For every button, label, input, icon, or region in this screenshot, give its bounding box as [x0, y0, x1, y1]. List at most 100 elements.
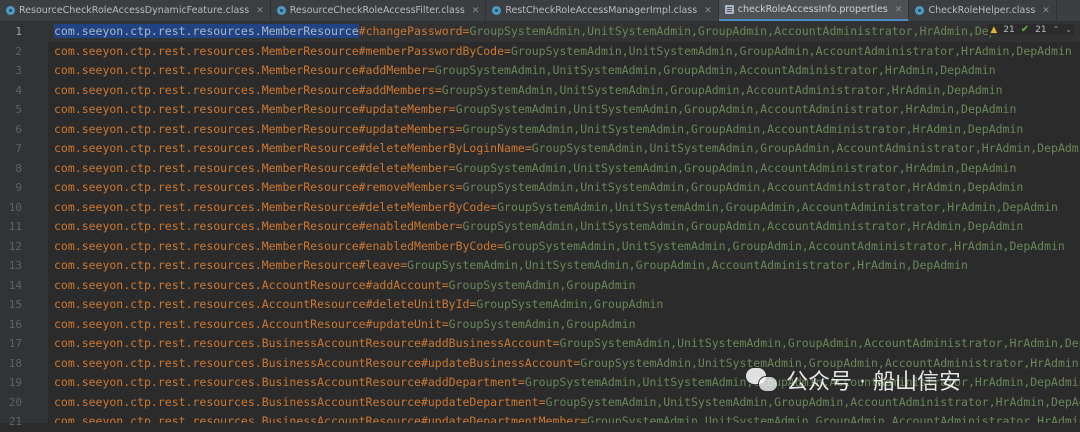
- tab-rest-check-role-access-manager-impl[interactable]: RestCheckRoleAccessManagerImpl.class ✕: [486, 0, 719, 21]
- property-key: com.seeyon.ctp.rest.resources.BusinessAc…: [54, 336, 553, 350]
- property-value: GroupSystemAdmin,UnitSystemAdmin,GroupAd…: [469, 24, 1031, 38]
- tab-label: ResourceCheckRoleAccessFilter.class: [289, 5, 465, 16]
- code-line[interactable]: com.seeyon.ctp.rest.resources.AccountRes…: [48, 295, 663, 315]
- line-number: 10: [8, 200, 22, 214]
- property-key: com.seeyon.ctp.rest.resources.MemberReso…: [54, 102, 449, 116]
- equals-sign: =: [427, 63, 435, 77]
- code-line[interactable]: com.seeyon.ctp.rest.resources.MemberReso…: [48, 217, 1023, 237]
- close-icon[interactable]: ✕: [256, 6, 264, 16]
- property-value: GroupSystemAdmin,UnitSystemAdmin,GroupAd…: [504, 238, 1065, 253]
- code-line[interactable]: com.seeyon.ctp.rest.resources.MemberReso…: [48, 139, 1080, 159]
- equals-sign: =: [448, 102, 456, 116]
- code-line[interactable]: com.seeyon.ctp.rest.resources.MemberReso…: [48, 22, 1080, 42]
- equals-sign: =: [441, 316, 449, 331]
- equals-sign: =: [448, 160, 456, 175]
- line-number: 19: [8, 376, 22, 389]
- property-value: GroupSystemAdmin,UnitSystemAdmin,GroupAd…: [559, 336, 1080, 350]
- equals-sign: =: [524, 141, 532, 155]
- equals-sign: =: [455, 180, 463, 194]
- chevron-up-icon[interactable]: ⌃: [1053, 25, 1060, 34]
- line-number-gutter: 1 2 3 4 5 6 7 8 9 10 11 12 13 14 15 16 17 18 19 20 21: [0, 22, 48, 428]
- property-value: GroupSystemAdmin,UnitSystemAdmin,GroupAd…: [407, 258, 968, 272]
- code-line[interactable]: com.seeyon.ctp.rest.resources.AccountRes…: [48, 276, 636, 296]
- watermark-text: 公众号 · 船山信安: [786, 370, 961, 395]
- code-line[interactable]: com.seeyon.ctp.rest.resources.MemberReso…: [48, 61, 996, 81]
- property-value: GroupSystemAdmin,UnitSystemAdmin,GroupAd…: [434, 63, 996, 77]
- equals-sign: =: [504, 43, 511, 58]
- property-key: com.seeyon.ctp.rest.resources.MemberReso…: [54, 121, 456, 136]
- property-value: GroupSystemAdmin,GroupAdmin: [448, 277, 636, 292]
- class-file-icon: [276, 6, 286, 15]
- class-file-icon: [6, 6, 15, 15]
- line-number: 6: [15, 122, 22, 136]
- property-key: com.seeyon.ctp.rest.resources.MemberReso…: [54, 219, 456, 233]
- inspection-indicators[interactable]: ▲ 21 ✔ 21 ⌃ ⌄: [988, 24, 1074, 35]
- check-count: 21: [1035, 24, 1047, 35]
- tab-resource-check-role-access-dynamic-feature[interactable]: ResourceCheckRoleAccessDynamicFeature.cl…: [0, 0, 271, 21]
- code-line[interactable]: com.seeyon.ctp.rest.resources.BusinessAc…: [48, 412, 1080, 423]
- property-key: com.seeyon.ctp.rest.resources.BusinessAc…: [54, 414, 581, 423]
- line-number: 8: [15, 161, 22, 175]
- property-key: com.seeyon.ctp.rest.resources.MemberReso…: [54, 43, 505, 58]
- line-number: 14: [8, 278, 22, 292]
- property-key: com.seeyon.ctp.rest.resources.AccountRes…: [54, 316, 442, 331]
- line-number: 9: [15, 181, 22, 194]
- tab-check-role-access-info-properties[interactable]: checkRoleAccessInfo.properties ✕: [718, 0, 910, 21]
- tab-label: ResourceCheckRoleAccessDynamicFeature.cl…: [19, 5, 250, 16]
- line-number: 21: [8, 415, 22, 428]
- line-number: 7: [15, 142, 22, 155]
- chevron-down-icon[interactable]: ⌄: [1065, 25, 1072, 34]
- class-file-icon: [492, 6, 502, 15]
- code-line[interactable]: com.seeyon.ctp.rest.resources.MemberReso…: [48, 100, 1016, 120]
- equals-sign: =: [455, 219, 463, 233]
- line-number: 2: [15, 44, 22, 58]
- line-number: 5: [15, 103, 22, 116]
- close-icon[interactable]: ✕: [472, 6, 480, 16]
- warning-icon: ▲: [990, 24, 998, 35]
- property-key: com.seeyon.ctp.rest.resources.BusinessAc…: [54, 355, 574, 370]
- line-number: 13: [8, 259, 22, 272]
- selected-text: com.seeyon.ctp.rest.resources.MemberReso…: [54, 24, 359, 38]
- property-key: com.seeyon.ctp.rest.resources.MemberReso…: [54, 24, 463, 38]
- equals-sign: =: [538, 394, 546, 409]
- property-value: GroupSystemAdmin,UnitSystemAdmin,GroupAd…: [462, 219, 1024, 233]
- check-icon: ✔: [1020, 24, 1030, 35]
- property-value: GroupSystemAdmin,UnitSystemAdmin,GroupAd…: [531, 141, 1080, 155]
- line-number: 20: [8, 395, 22, 409]
- code-line[interactable]: com.seeyon.ctp.rest.resources.AccountRes…: [48, 315, 636, 335]
- line-number: 16: [8, 317, 22, 331]
- tab-label: RestCheckRoleAccessManagerImpl.class: [505, 5, 698, 16]
- line-number: 18: [8, 356, 22, 370]
- wechat-icon: [746, 366, 778, 394]
- code-line[interactable]: com.seeyon.ctp.rest.resources.MemberReso…: [48, 256, 968, 276]
- close-icon[interactable]: ✕: [895, 5, 903, 15]
- property-key: com.seeyon.ctp.rest.resources.MemberReso…: [54, 258, 401, 272]
- code-line[interactable]: com.seeyon.ctp.rest.resources.MemberReso…: [48, 120, 1023, 140]
- line-number: 17: [8, 337, 22, 350]
- properties-file-icon: [724, 5, 734, 14]
- code-line[interactable]: com.seeyon.ctp.rest.resources.MemberReso…: [48, 198, 1058, 218]
- code-line[interactable]: com.seeyon.ctp.rest.resources.MemberReso…: [48, 42, 1072, 62]
- code-line[interactable]: com.seeyon.ctp.rest.resources.MemberReso…: [48, 159, 1016, 179]
- property-value: GroupSystemAdmin,UnitSystemAdmin,GroupAd…: [462, 121, 1024, 136]
- tab-resource-check-role-access-filter[interactable]: ResourceCheckRoleAccessFilter.class ✕: [271, 0, 487, 21]
- close-icon[interactable]: ✕: [1042, 6, 1050, 16]
- code-area[interactable]: com.seeyon.ctp.rest.resources.MemberReso…: [48, 22, 1080, 423]
- property-value: GroupSystemAdmin,UnitSystemAdmin,GroupAd…: [497, 199, 1058, 214]
- property-key: com.seeyon.ctp.rest.resources.MemberReso…: [54, 238, 498, 253]
- code-editor[interactable]: 1 2 3 4 5 6 7 8 9 10 11 12 13 14 15 16 17 18 19 20 21 com.se…: [0, 22, 1080, 428]
- equals-sign: =: [497, 238, 505, 253]
- code-line[interactable]: com.seeyon.ctp.rest.resources.MemberReso…: [48, 81, 1003, 101]
- property-key: com.seeyon.ctp.rest.resources.MemberReso…: [54, 63, 428, 77]
- code-line[interactable]: com.seeyon.ctp.rest.resources.MemberReso…: [48, 237, 1065, 257]
- class-file-icon: [915, 6, 925, 15]
- close-icon[interactable]: ✕: [704, 6, 712, 16]
- code-line[interactable]: com.seeyon.ctp.rest.resources.MemberReso…: [48, 178, 1023, 198]
- watermark: 公众号 · 船山信安: [746, 364, 961, 396]
- code-line[interactable]: com.seeyon.ctp.rest.resources.BusinessAc…: [48, 334, 1080, 354]
- property-key: com.seeyon.ctp.rest.resources.MemberReso…: [54, 141, 525, 155]
- equals-sign: =: [441, 277, 449, 292]
- property-value: GroupSystemAdmin,UnitSystemAdmin,GroupAd…: [455, 102, 1017, 116]
- property-value: GroupSystemAdmin,UnitSystemAdmin,GroupAd…: [587, 414, 1080, 423]
- tab-check-role-helper[interactable]: CheckRoleHelper.class ✕: [909, 0, 1057, 21]
